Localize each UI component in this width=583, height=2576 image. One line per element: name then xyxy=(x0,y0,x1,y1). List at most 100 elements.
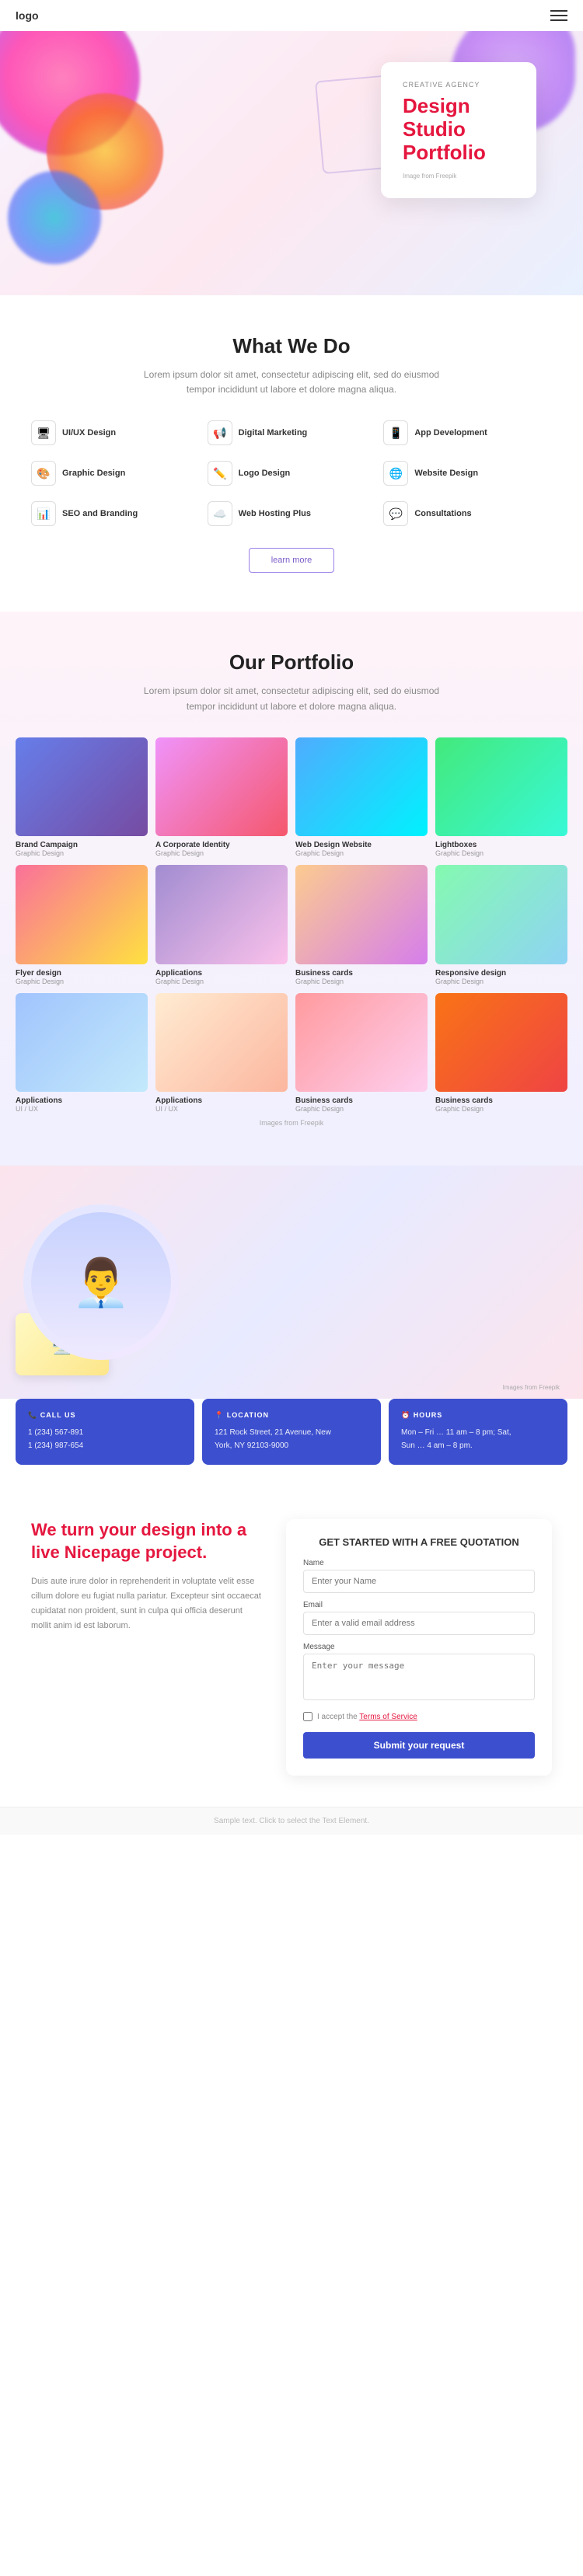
portfolio-thumbnail xyxy=(295,993,428,1093)
hero-blob-3 xyxy=(8,171,101,264)
portfolio-thumb-inner xyxy=(16,737,148,837)
terms-link[interactable]: Terms of Service xyxy=(359,1713,417,1721)
what-we-do-title: What We Do xyxy=(31,334,552,358)
quote-form-card: GET STARTED WITH A FREE QUOTATION Name E… xyxy=(286,1519,552,1776)
service-icon: 💬 xyxy=(383,501,408,526)
portfolio-item[interactable]: Business cards Graphic Design xyxy=(435,993,567,1114)
portfolio-item-category: Graphic Design xyxy=(435,849,567,857)
contact-card: 📞 CALL US 1 (234) 567-8911 (234) 987-654 xyxy=(16,1399,194,1465)
about-section: 🖥️ 👨‍💼 Images from Freepik xyxy=(0,1166,583,1399)
portfolio-thumbnail xyxy=(295,865,428,964)
service-label: Consultations xyxy=(414,509,471,518)
portfolio-thumb-inner xyxy=(155,865,288,964)
portfolio-item-title: A Corporate Identity xyxy=(155,841,288,849)
portfolio-item-title: Brand Campaign xyxy=(16,841,148,849)
portfolio-item-category: Graphic Design xyxy=(435,1105,567,1113)
what-we-do-section: What We Do Lorem ipsum dolor sit amet, c… xyxy=(0,295,583,612)
portfolio-description: Lorem ipsum dolor sit amet, consectetur … xyxy=(136,684,447,713)
portfolio-thumb-inner xyxy=(295,993,428,1093)
service-item: 💬 Consultations xyxy=(383,501,552,526)
name-input[interactable] xyxy=(303,1570,535,1593)
portfolio-item[interactable]: Business cards Graphic Design xyxy=(295,993,428,1114)
service-label: App Development xyxy=(414,428,487,437)
service-label: Graphic Design xyxy=(62,469,125,478)
portfolio-item-title: Responsive design xyxy=(435,969,567,978)
portfolio-thumb-inner xyxy=(155,993,288,1093)
service-item: ✏️ Logo Design xyxy=(208,461,376,486)
terms-label: I accept the Terms of Service xyxy=(317,1713,417,1721)
contact-card-body: 121 Rock Street, 21 Avenue, NewYork, NY … xyxy=(215,1426,368,1452)
portfolio-thumbnail xyxy=(16,865,148,964)
portfolio-item[interactable]: Responsive design Graphic Design xyxy=(435,865,567,985)
portfolio-item[interactable]: Lightboxes Graphic Design xyxy=(435,737,567,858)
name-label: Name xyxy=(303,1559,535,1567)
service-item: 🎨 Graphic Design xyxy=(31,461,200,486)
service-icon: 🖥 xyxy=(31,420,56,445)
service-icon: 📱 xyxy=(383,420,408,445)
hero-card: CREATIVE AGENCY Design Studio Portfolio … xyxy=(381,62,536,198)
portfolio-item[interactable]: Applications UI / UX xyxy=(155,993,288,1114)
portfolio-item-category: Graphic Design xyxy=(295,1105,428,1113)
portfolio-thumb-inner xyxy=(295,737,428,837)
service-label: UI/UX Design xyxy=(62,428,116,437)
portfolio-thumb-inner xyxy=(435,865,567,964)
portfolio-thumbnail xyxy=(16,993,148,1093)
portfolio-thumbnail xyxy=(155,993,288,1093)
learn-more-button[interactable]: learn more xyxy=(249,548,335,573)
service-icon: 🌐 xyxy=(383,461,408,486)
hero-title-line3: Portfolio xyxy=(403,141,486,164)
submit-button[interactable]: Submit your request xyxy=(303,1732,535,1759)
contact-card: 📍 LOCATION 121 Rock Street, 21 Avenue, N… xyxy=(202,1399,381,1465)
quote-section: We turn your design into a live Nicepage… xyxy=(0,1488,583,1807)
logo: logo xyxy=(16,9,39,22)
service-label: Digital Marketing xyxy=(239,428,308,437)
service-item: 📊 SEO and Branding xyxy=(31,501,200,526)
service-icon: 🎨 xyxy=(31,461,56,486)
portfolio-item[interactable]: Business cards Graphic Design xyxy=(295,865,428,985)
portfolio-item[interactable]: Flyer design Graphic Design xyxy=(16,865,148,985)
portfolio-item-title: Business cards xyxy=(435,1096,567,1105)
footer: Sample text. Click to select the Text El… xyxy=(0,1807,583,1835)
service-label: SEO and Branding xyxy=(62,509,138,518)
portfolio-image-credit: Images from Freepik xyxy=(16,1119,567,1127)
service-item: 🌐 Website Design xyxy=(383,461,552,486)
portfolio-item[interactable]: Applications UI / UX xyxy=(16,993,148,1114)
hero-title-line2: Studio xyxy=(403,117,466,141)
contact-card-heading: 📞 CALL US xyxy=(28,1411,182,1420)
service-item: ☁️ Web Hosting Plus xyxy=(208,501,376,526)
contact-card-heading: 📍 LOCATION xyxy=(215,1411,368,1420)
terms-checkbox[interactable] xyxy=(303,1712,312,1721)
portfolio-item[interactable]: Applications Graphic Design xyxy=(155,865,288,985)
hero-section: CREATIVE AGENCY Design Studio Portfolio … xyxy=(0,31,583,295)
message-input[interactable] xyxy=(303,1654,535,1700)
portfolio-item-category: Graphic Design xyxy=(16,849,148,857)
portfolio-thumb-inner xyxy=(16,865,148,964)
quote-left: We turn your design into a live Nicepage… xyxy=(31,1519,263,1633)
about-image-credit: Images from Freepik xyxy=(503,1384,560,1391)
portfolio-item[interactable]: Brand Campaign Graphic Design xyxy=(16,737,148,858)
email-input[interactable] xyxy=(303,1612,535,1635)
portfolio-item-category: Graphic Design xyxy=(155,849,288,857)
portfolio-item-category: Graphic Design xyxy=(155,978,288,985)
service-label: Logo Design xyxy=(239,469,291,478)
service-label: Website Design xyxy=(414,469,478,478)
hamburger-menu-icon[interactable] xyxy=(550,10,567,21)
service-icon: 📊 xyxy=(31,501,56,526)
portfolio-item-title: Lightboxes xyxy=(435,841,567,849)
portfolio-item-title: Business cards xyxy=(295,1096,428,1105)
portfolio-item-title: Web Design Website xyxy=(295,841,428,849)
portfolio-item[interactable]: A Corporate Identity Graphic Design xyxy=(155,737,288,858)
portfolio-thumb-inner xyxy=(435,737,567,837)
portfolio-item-title: Applications xyxy=(155,969,288,978)
quote-left-title: We turn your design into a live Nicepage… xyxy=(31,1519,263,1563)
contact-info-section: 📞 CALL US 1 (234) 567-8911 (234) 987-654… xyxy=(0,1399,583,1488)
service-icon: 📢 xyxy=(208,420,232,445)
portfolio-thumb-inner xyxy=(155,737,288,837)
service-item: 📢 Digital Marketing xyxy=(208,420,376,445)
portfolio-item-title: Applications xyxy=(16,1096,148,1105)
service-icon: ☁️ xyxy=(208,501,232,526)
email-label: Email xyxy=(303,1601,535,1609)
contact-info-cards: 📞 CALL US 1 (234) 567-8911 (234) 987-654… xyxy=(0,1399,583,1488)
service-label: Web Hosting Plus xyxy=(239,509,311,518)
portfolio-item[interactable]: Web Design Website Graphic Design xyxy=(295,737,428,858)
